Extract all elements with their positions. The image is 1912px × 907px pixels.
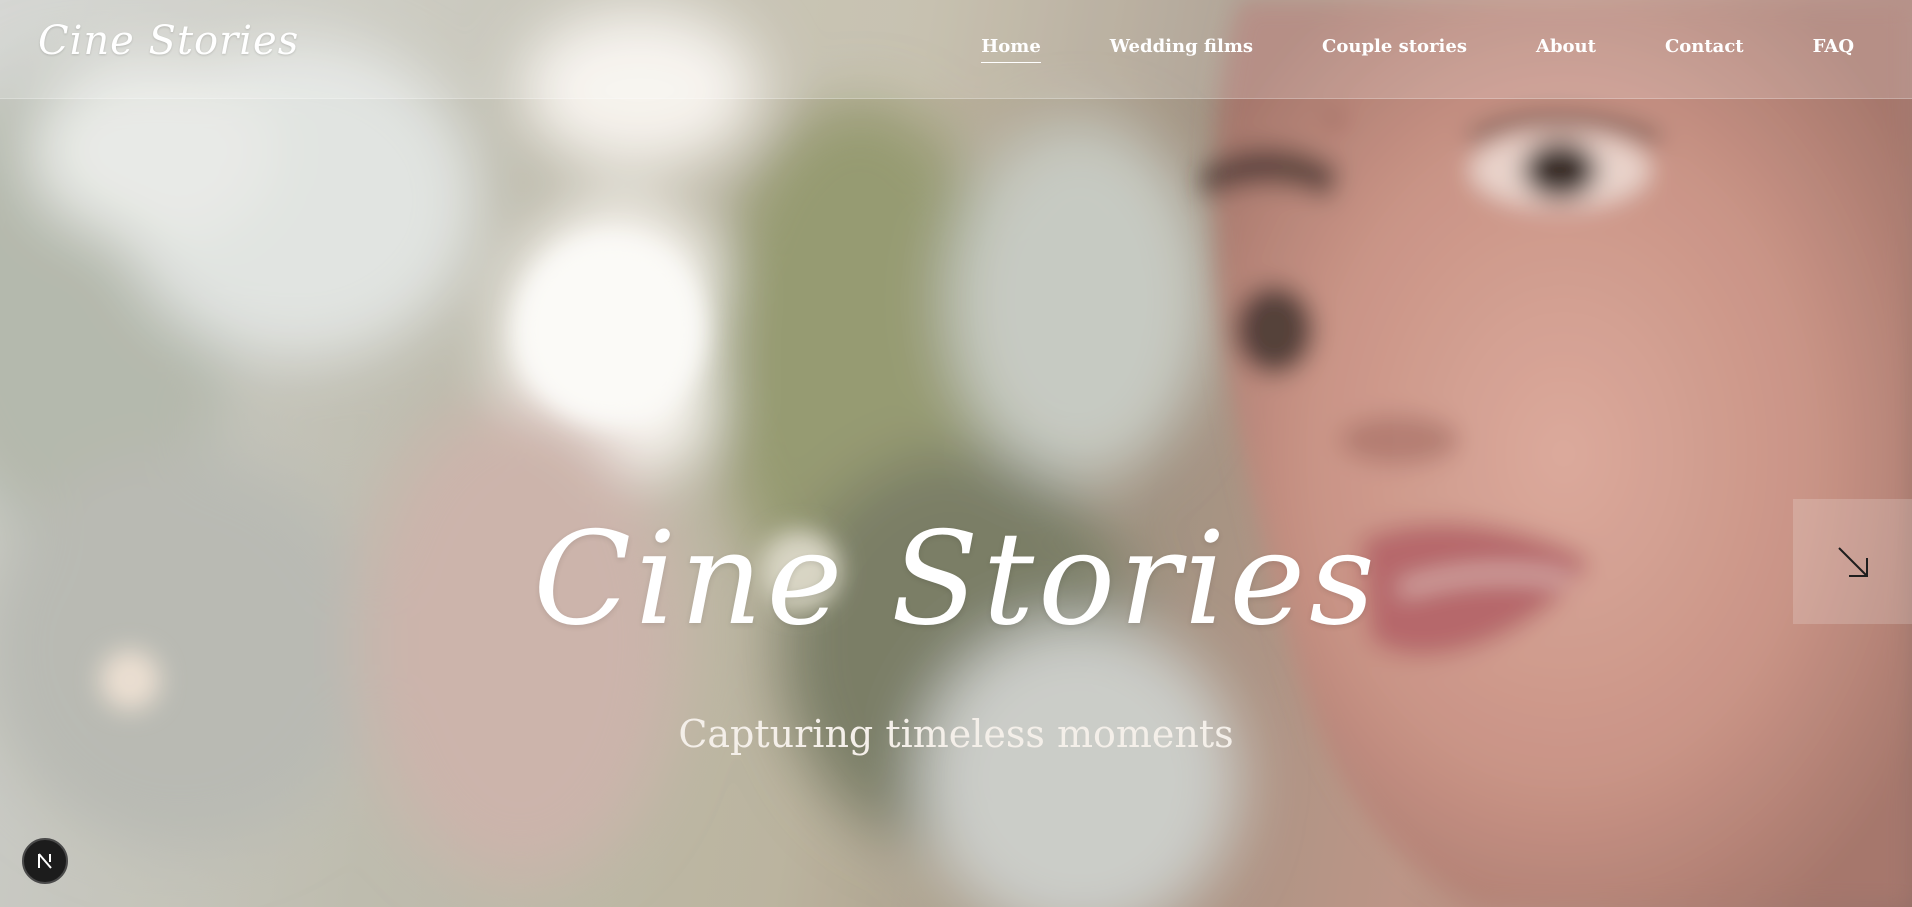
hero-section: Cine Stories Home Wedding films Couple s…	[0, 0, 1912, 907]
next-js-logo-icon	[38, 853, 52, 869]
hero-title: Cine Stories	[533, 505, 1379, 654]
arrow-down-right-icon	[1837, 546, 1868, 577]
hero-subtitle: Capturing timeless moments	[678, 712, 1234, 756]
nav-menu: Home Wedding films Couple stories About …	[912, 36, 1854, 63]
scroll-down-button[interactable]	[1793, 499, 1912, 624]
top-navbar: Cine Stories Home Wedding films Couple s…	[0, 0, 1912, 99]
nav-item-faq[interactable]: FAQ	[1813, 36, 1854, 63]
nav-item-about[interactable]: About	[1536, 36, 1596, 63]
dev-tools-badge[interactable]	[22, 838, 68, 884]
nav-item-wedding-films[interactable]: Wedding films	[1110, 36, 1253, 63]
nav-item-contact[interactable]: Contact	[1665, 36, 1744, 63]
nav-item-couple-stories[interactable]: Couple stories	[1322, 36, 1467, 63]
hero-background-image	[0, 0, 1912, 907]
nav-item-home[interactable]: Home	[981, 36, 1041, 63]
site-logo[interactable]: Cine Stories	[38, 18, 299, 64]
